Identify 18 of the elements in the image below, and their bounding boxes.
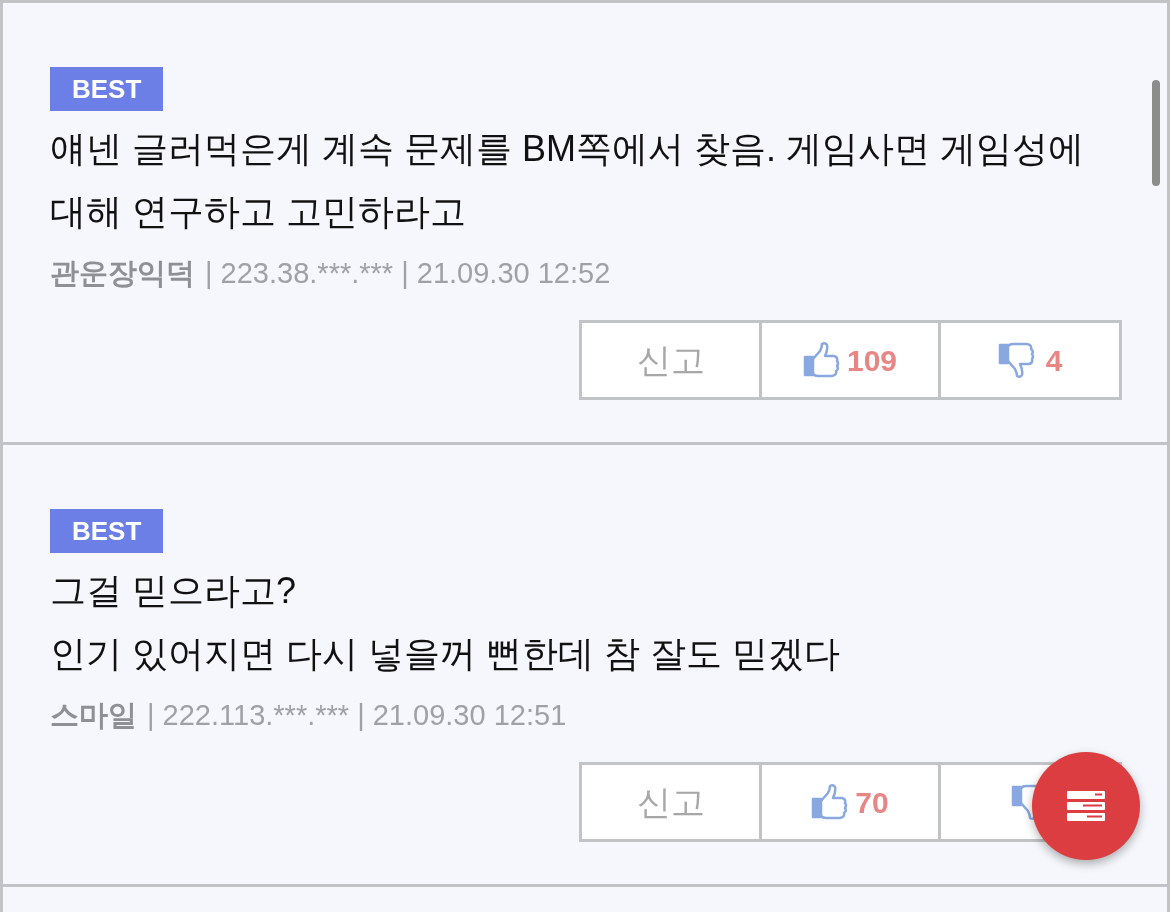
like-button[interactable]: 70 <box>762 765 941 839</box>
comment-info: | 222.113.***.*** | 21.09.30 12:51 <box>147 698 567 733</box>
like-button[interactable]: 109 <box>762 323 941 397</box>
author-name: 관운장익덕 <box>50 256 195 291</box>
comment-text: 얘넨 글러먹은게 계속 문제를 BM쪽에서 찾음. 게임사면 게임성에 대해 연구하고 고민하라고 <box>50 127 1085 234</box>
scrollbar[interactable] <box>1152 80 1160 186</box>
best-badge: BEST <box>50 67 164 111</box>
comment-text: 그걸 믿으라고? 인기 있어지면 다시 넣을꺼 뻔한데 참 잘도 믿겠다 <box>50 569 841 676</box>
thumbs-down-icon <box>997 341 1036 379</box>
report-button[interactable]: 신고 <box>582 765 762 839</box>
report-button[interactable]: 신고 <box>582 323 762 397</box>
comment-info: | 223.38.***.*** | 21.09.30 12:52 <box>205 256 611 291</box>
author-name: 스마일 <box>50 698 137 733</box>
thumbs-up-icon <box>811 783 850 821</box>
menu-icon <box>1067 791 1105 821</box>
dislike-button[interactable]: 4 <box>941 323 1119 397</box>
best-badge: BEST <box>50 509 164 553</box>
thumbs-up-icon <box>802 341 841 379</box>
